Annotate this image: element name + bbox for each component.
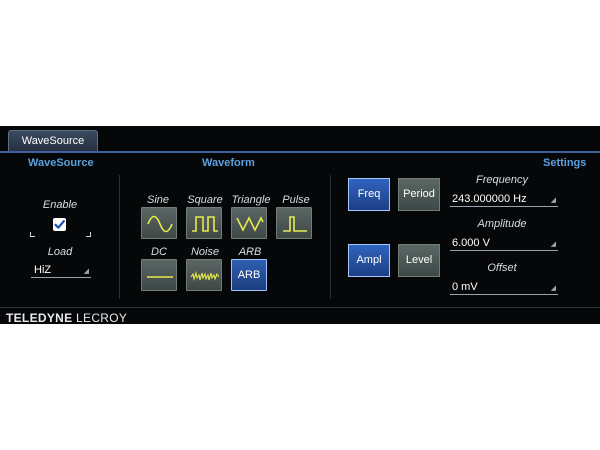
tab-wavesource[interactable]: WaveSource <box>8 130 98 151</box>
section-title-wavesource: WaveSource <box>28 157 94 169</box>
enable-checkbox[interactable] <box>53 218 66 231</box>
dropdown-arrow-icon: ◢ <box>550 241 556 248</box>
amplitude-value: 6.000 V <box>452 237 490 249</box>
noise-wave-icon <box>190 270 220 282</box>
wavesource-panel: WaveSource WaveSource Waveform Settings … <box>0 126 600 325</box>
square-wave-icon <box>192 216 218 232</box>
offset-value: 0 mV <box>452 281 478 293</box>
logo-brand-bold: TELEDYNE <box>6 311 73 325</box>
triangle-wave-icon <box>236 216 264 232</box>
square-button[interactable] <box>186 207 222 239</box>
load-label: Load <box>47 246 73 258</box>
noise-label: Noise <box>190 246 220 258</box>
logo-brand-rest: LECROY <box>72 311 128 325</box>
level-button[interactable]: Level <box>398 244 440 277</box>
square-label: Square <box>187 194 223 206</box>
dc-line-icon <box>147 276 173 278</box>
triangle-button[interactable] <box>231 207 267 239</box>
period-button[interactable]: Period <box>398 178 440 211</box>
arb-label: ARB <box>238 246 262 258</box>
load-dropdown[interactable]: HiZ ◢ <box>31 262 91 278</box>
separator-right <box>330 175 331 299</box>
load-value: HiZ <box>34 264 52 276</box>
teledyne-lecroy-logo: TELEDYNE LECROY <box>6 311 127 325</box>
separator-left <box>119 175 120 299</box>
amplitude-label: Amplitude <box>477 218 527 230</box>
dropdown-arrow-icon: ◢ <box>83 268 89 275</box>
frequency-field[interactable]: 243.000000 Hz ◢ <box>450 191 558 207</box>
frequency-label: Frequency <box>476 174 528 186</box>
enable-frame-corner-left <box>30 232 35 237</box>
checkmark-icon <box>54 220 65 229</box>
footer-bar: TELEDYNE LECROY <box>0 307 600 325</box>
dropdown-arrow-icon: ◢ <box>550 285 556 292</box>
amplitude-field[interactable]: 6.000 V ◢ <box>450 235 558 251</box>
enable-frame-corner-right <box>86 232 91 237</box>
dropdown-arrow-icon: ◢ <box>550 197 556 204</box>
dc-label: DC <box>151 246 167 258</box>
section-title-waveform: Waveform <box>202 157 255 169</box>
sine-label: Sine <box>146 194 170 206</box>
ampl-button[interactable]: Ampl <box>348 244 390 277</box>
offset-field[interactable]: 0 mV ◢ <box>450 279 558 295</box>
enable-label: Enable <box>42 199 78 211</box>
freq-button[interactable]: Freq <box>348 178 390 211</box>
sine-wave-icon <box>147 215 173 233</box>
pulse-wave-icon <box>283 216 307 232</box>
arb-button[interactable]: ARB <box>231 259 267 291</box>
offset-label: Offset <box>487 262 517 274</box>
pulse-label: Pulse <box>282 194 310 206</box>
pulse-button[interactable] <box>276 207 312 239</box>
sine-button[interactable] <box>141 207 177 239</box>
dc-button[interactable] <box>141 259 177 291</box>
noise-button[interactable] <box>186 259 222 291</box>
frequency-value: 243.000000 Hz <box>452 193 527 205</box>
triangle-label: Triangle <box>231 194 271 206</box>
tab-underline <box>0 151 600 153</box>
section-title-settings: Settings <box>543 157 587 169</box>
